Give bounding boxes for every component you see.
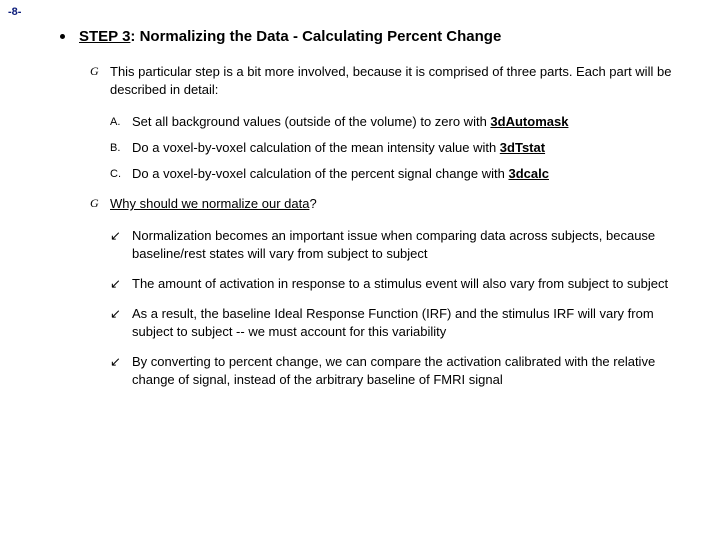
arrow-icon: ↙: [110, 275, 132, 293]
why-heading-line: Why should we normalize our data?: [110, 195, 680, 213]
arrow-icon: ↙: [110, 353, 132, 389]
arrow-item: ↙ By converting to percent change, we ca…: [110, 353, 680, 389]
abc-list: A. Set all background values (outside of…: [110, 113, 680, 183]
intro-block: G This particular step is a bit more inv…: [90, 63, 680, 183]
tool-tstat: 3dTstat: [500, 140, 545, 155]
slide-content: STEP 3: Normalizing the Data - Calculati…: [0, 0, 720, 421]
why-heading: Why should we normalize our data: [110, 196, 309, 211]
page-number: -8-: [8, 6, 21, 18]
arrow-icon: ↙: [110, 305, 132, 341]
heading-rest: : Normalizing the Data - Calculating Per…: [130, 28, 501, 45]
abc-text-c: Do a voxel-by-voxel calculation of the p…: [132, 166, 509, 181]
abc-label-c: C.: [110, 165, 132, 183]
arrow-text: As a result, the baseline Ideal Response…: [132, 305, 680, 341]
step-heading: STEP 3: Normalizing the Data - Calculati…: [60, 28, 680, 45]
tool-automask: 3dAutomask: [490, 114, 568, 129]
cap-bullet-icon: G: [90, 195, 110, 213]
abc-label-b: B.: [110, 139, 132, 157]
abc-text-b: Do a voxel-by-voxel calculation of the m…: [132, 140, 500, 155]
abc-text-a: Set all background values (outside of th…: [132, 114, 490, 129]
abc-label-a: A.: [110, 113, 132, 131]
step-label: STEP 3: [79, 28, 130, 45]
arrow-item: ↙ As a result, the baseline Ideal Respon…: [110, 305, 680, 341]
arrow-text: The amount of activation in response to …: [132, 275, 680, 293]
tool-calc: 3dcalc: [509, 166, 549, 181]
intro-text: This particular step is a bit more invol…: [110, 63, 680, 99]
arrow-text: By converting to percent change, we can …: [132, 353, 680, 389]
abc-item-c: C. Do a voxel-by-voxel calculation of th…: [110, 165, 680, 183]
arrow-list: ↙ Normalization becomes an important iss…: [110, 227, 680, 389]
abc-body-c: Do a voxel-by-voxel calculation of the p…: [132, 165, 680, 183]
cap-bullet-icon: G: [90, 63, 110, 99]
why-bullet: G Why should we normalize our data?: [90, 195, 680, 213]
bullet-dot-icon: [60, 34, 65, 39]
abc-body-b: Do a voxel-by-voxel calculation of the m…: [132, 139, 680, 157]
arrow-item: ↙ Normalization becomes an important iss…: [110, 227, 680, 263]
why-block: G Why should we normalize our data? ↙ No…: [90, 195, 680, 389]
abc-item-a: A. Set all background values (outside of…: [110, 113, 680, 131]
arrow-icon: ↙: [110, 227, 132, 263]
why-question-mark: ?: [309, 196, 316, 211]
abc-item-b: B. Do a voxel-by-voxel calculation of th…: [110, 139, 680, 157]
arrow-text: Normalization becomes an important issue…: [132, 227, 680, 263]
intro-bullet: G This particular step is a bit more inv…: [90, 63, 680, 99]
arrow-item: ↙ The amount of activation in response t…: [110, 275, 680, 293]
abc-body-a: Set all background values (outside of th…: [132, 113, 680, 131]
